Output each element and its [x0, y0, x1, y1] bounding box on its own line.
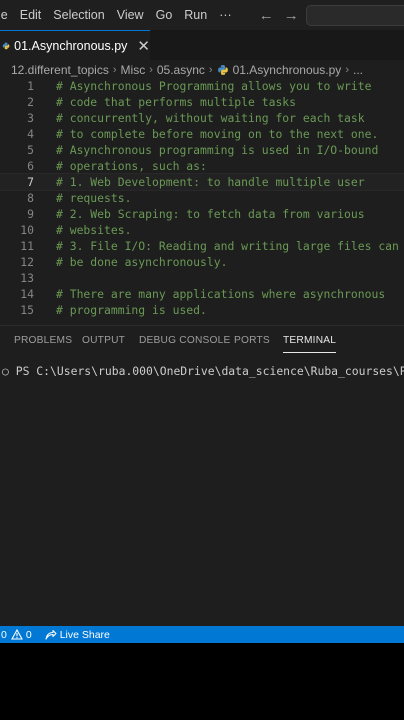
code-line: 15 # programming is used.	[0, 302, 404, 318]
circle-icon: ○	[2, 364, 9, 378]
breadcrumb-symbols[interactable]: ...	[353, 63, 363, 77]
problems-status[interactable]: 0 0	[1, 629, 32, 641]
line-number: 10	[20, 223, 34, 237]
line-number: 7	[27, 175, 34, 189]
terminal-prompt: PS C:\Users\ruba.000\OneDrive\data_scien…	[15, 364, 404, 378]
live-share-icon	[45, 629, 57, 640]
line-number: 9	[27, 207, 34, 221]
line-number: 13	[20, 271, 34, 285]
code-comment: # 1. Web Development: to handle multiple…	[56, 175, 365, 189]
code-line: 9 # 2. Web Scraping: to fetch data from v…	[0, 206, 404, 222]
code-line: 14 # There are many applications where as…	[0, 286, 404, 302]
arrow-right-icon[interactable]: →	[279, 7, 304, 24]
breadcrumb-folder-different-topics[interactable]: 12.different_topics	[11, 63, 109, 77]
menu-bar: le Edit Selection View Go Run ··· ← →	[0, 0, 404, 30]
breadcrumb-folder-misc[interactable]: Misc	[121, 63, 146, 77]
close-icon[interactable]: ✕	[137, 37, 150, 55]
code-comment: # to complete before moving on to the ne…	[56, 127, 379, 141]
line-number: 4	[27, 127, 34, 141]
code-line: 1 # Asynchronous Programming allows you t…	[0, 80, 404, 94]
code-comment: # 2. Web Scraping: to fetch data from va…	[56, 207, 365, 221]
line-number: 15	[20, 303, 34, 317]
line-number: 3	[27, 111, 34, 125]
chevron-right-icon: ›	[208, 64, 213, 76]
letterbox-area	[0, 643, 404, 720]
breadcrumb-folder-async[interactable]: 05.async	[157, 63, 205, 77]
code-line: 2 # code that performs multiple tasks	[0, 94, 404, 110]
tab-asynchronous-py[interactable]: 01.Asynchronous.py ✕	[0, 30, 150, 60]
warning-icon	[10, 629, 23, 640]
line-number: 14	[20, 287, 34, 301]
line-number: 2	[27, 95, 34, 109]
breadcrumb-file[interactable]: 01.Asynchronous.py	[233, 63, 342, 77]
code-line: 6 # operations, such as:	[0, 158, 404, 174]
editor-tab-bar: 01.Asynchronous.py ✕	[0, 30, 404, 61]
line-number: 6	[27, 159, 34, 173]
terminal-line: ○ PS C:\Users\ruba.000\OneDrive\data_sci…	[2, 364, 404, 378]
code-line-current: 7 # 1. Web Development: to handle multipl…	[0, 173, 404, 191]
code-comment: # Asynchronous Programming allows you to…	[56, 80, 372, 93]
code-line: 12 # be done asynchronously.	[0, 254, 404, 270]
chevron-right-icon: ›	[149, 64, 153, 76]
chevron-right-icon: ›	[345, 64, 349, 76]
tab-problems[interactable]: PROBLEMS	[14, 335, 72, 346]
python-icon	[217, 65, 228, 75]
code-comment: # concurrently, without waiting for each…	[56, 111, 365, 125]
error-count: 0	[1, 628, 7, 641]
menu-edit[interactable]: Edit	[14, 8, 48, 22]
tab-output[interactable]: OUTPUT	[82, 335, 125, 346]
live-share-label: Live Share	[59, 628, 110, 641]
code-comment: # operations, such as:	[56, 159, 207, 173]
line-number: 5	[27, 143, 34, 157]
code-line: 3 # concurrently, without waiting for eac…	[0, 110, 404, 126]
menu-selection[interactable]: Selection	[47, 8, 110, 22]
code-line: 10 # websites.	[0, 222, 404, 238]
breadcrumb: 12.different_topics › Misc › 05.async › …	[0, 60, 404, 80]
code-comment: # programming is used.	[56, 303, 207, 317]
terminal-panel[interactable]: ○ PS C:\Users\ruba.000\OneDrive\data_sci…	[0, 354, 404, 626]
code-line: 11 # 3. File I/O: Reading and writing lar…	[0, 238, 404, 254]
menu-go[interactable]: Go	[150, 8, 179, 22]
code-line: 13	[0, 270, 404, 286]
menu-file[interactable]: le	[0, 8, 14, 22]
python-icon	[2, 42, 10, 49]
tab-label: 01.Asynchronous.py	[14, 38, 128, 53]
code-comment: # There are many applications where asyn…	[56, 287, 386, 301]
code-comment: # Asynchronous programming is used in I/…	[56, 143, 379, 157]
live-share-button[interactable]: Live Share	[44, 629, 110, 641]
code-comment: # be done asynchronously.	[56, 255, 228, 269]
menu-more[interactable]: ···	[213, 8, 238, 22]
line-number: 1	[27, 80, 34, 93]
code-line: 8 # requests.	[0, 190, 404, 206]
code-comment: # requests.	[56, 191, 132, 205]
code-line: 4 # to complete before moving on to the n…	[0, 126, 404, 142]
code-comment: # 3. File I/O: Reading and writing large…	[56, 239, 399, 253]
code-comment: # code that performs multiple tasks	[56, 95, 297, 109]
command-center-search[interactable]	[306, 5, 404, 26]
status-bar: 0 0 Live Share	[0, 626, 404, 643]
line-number: 11	[20, 239, 34, 253]
code-line: 5 # Asynchronous programming is used in I…	[0, 142, 404, 158]
tab-ports[interactable]: PORTS	[234, 335, 270, 346]
tab-terminal[interactable]: TERMINAL	[283, 335, 337, 353]
arrow-left-icon[interactable]: ←	[254, 7, 279, 24]
line-number: 8	[27, 191, 34, 205]
warning-count: 0	[25, 628, 32, 641]
menu-view[interactable]: View	[111, 8, 150, 22]
panel-tab-bar: PROBLEMS OUTPUT DEBUG CONSOLE PORTS TERM…	[0, 325, 404, 354]
line-number: 12	[20, 255, 34, 269]
code-editor[interactable]: 1 # Asynchronous Programming allows you t…	[0, 80, 404, 324]
menu-run[interactable]: Run	[178, 8, 213, 22]
tab-debug-console[interactable]: DEBUG CONSOLE	[139, 335, 230, 346]
chevron-right-icon: ›	[112, 64, 117, 76]
code-comment: # websites.	[56, 223, 132, 237]
